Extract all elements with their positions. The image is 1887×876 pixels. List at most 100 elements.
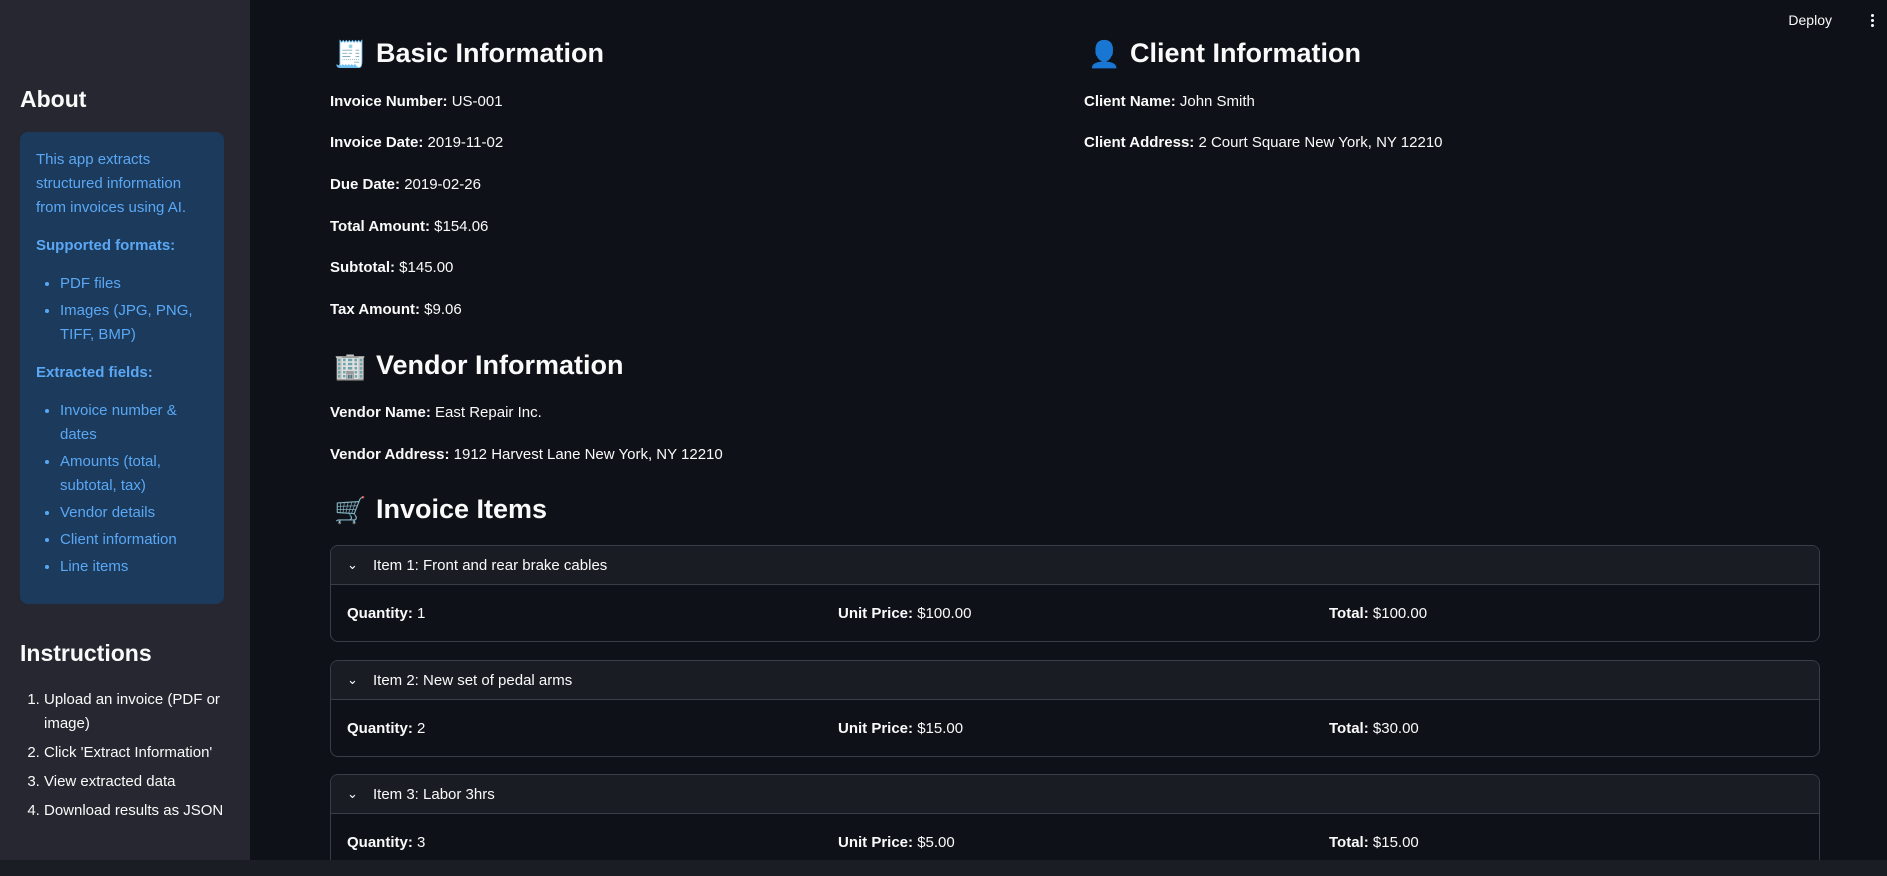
list-item: Amounts (total, subtotal, tax)	[60, 450, 208, 498]
instructions-heading: Instructions	[20, 640, 152, 666]
cart-icon: 🛒	[334, 494, 367, 525]
field-value: $30.00	[1372, 720, 1419, 737]
list-item: Vendor details	[60, 501, 208, 525]
item-title: Item 2: New set of pedal arms	[373, 671, 573, 689]
field-label: Unit Price:	[838, 720, 914, 737]
instruction-step: Click 'Extract Information'	[44, 741, 254, 765]
field-value: $15.00	[917, 720, 964, 737]
list-item: Invoice number & dates	[60, 399, 208, 447]
invoice-item-expander: ⌄ Item 3: Labor 3hrs Quantity: 3 Unit Pr…	[330, 774, 1820, 860]
field-value: 2019-11-02	[427, 134, 504, 151]
field-value: $100.00	[1372, 605, 1428, 622]
instruction-step: Download results as JSON	[44, 799, 254, 823]
due-date-field: Due Date: 2019-02-26	[330, 176, 481, 193]
field-value: $154.06	[434, 218, 489, 235]
field-label: Tax Amount:	[330, 301, 420, 318]
list-item: Images (JPG, PNG, TIFF, BMP)	[60, 299, 208, 347]
chevron-down-icon: ⌄	[347, 672, 358, 687]
field-label: Invoice Number:	[330, 93, 448, 110]
field-value: $5.00	[917, 834, 955, 851]
total-amount-field: Total Amount: $154.06	[330, 218, 488, 235]
vendor-address-field: Vendor Address: 1912 Harvest Lane New Yo…	[330, 446, 723, 463]
client-name-field: Client Name: John Smith	[1084, 93, 1255, 110]
field-label: Due Date:	[330, 176, 401, 193]
sidebar: About This app extracts structured infor…	[0, 0, 250, 860]
instruction-step: View extracted data	[44, 770, 254, 794]
client-info-heading: 👤 Client Information	[1088, 38, 1361, 69]
invoice-number-field: Invoice Number: US-001	[330, 93, 503, 110]
field-value: John Smith	[1179, 93, 1255, 110]
field-label: Vendor Address:	[330, 446, 450, 463]
item-title: Item 3: Labor 3hrs	[373, 785, 495, 803]
item-details: Quantity: 1 Unit Price: $100.00 Total: $…	[331, 585, 1819, 641]
field-value: $100.00	[917, 605, 972, 622]
field-value: 1	[417, 605, 426, 622]
receipt-icon: 🧾	[334, 38, 367, 69]
list-item: Line items	[60, 555, 208, 579]
field-value: 1912 Harvest Lane New York, NY 12210	[453, 446, 723, 463]
list-item: Client information	[60, 528, 208, 552]
field-label: Quantity:	[347, 605, 413, 622]
basic-info-heading: 🧾 Basic Information	[334, 38, 604, 69]
os-taskbar	[0, 860, 1887, 876]
item-quantity: Quantity: 2	[347, 720, 425, 737]
field-label: Total:	[1329, 834, 1369, 851]
building-icon: 🏢	[334, 350, 367, 381]
field-label: Quantity:	[347, 834, 413, 851]
subtotal-field: Subtotal: $145.00	[330, 259, 453, 276]
extracted-fields-list: Invoice number & dates Amounts (total, s…	[36, 399, 208, 579]
item-unit-price: Unit Price: $15.00	[838, 720, 963, 737]
field-label: Total Amount:	[330, 218, 430, 235]
instruction-step: Upload an invoice (PDF or image)	[44, 688, 254, 736]
invoice-date-field: Invoice Date: 2019-11-02	[330, 134, 503, 151]
supported-formats-label: Supported formats:	[36, 237, 176, 254]
item-total: Total: $100.00	[1329, 605, 1427, 622]
invoice-item-expander: ⌄ Item 2: New set of pedal arms Quantity…	[330, 660, 1820, 757]
field-label: Unit Price:	[838, 605, 914, 622]
basic-info-title: Basic Information	[376, 38, 605, 68]
field-value: $145.00	[399, 259, 454, 276]
invoice-item-expander: ⌄ Item 1: Front and rear brake cables Qu…	[330, 545, 1820, 642]
field-label: Quantity:	[347, 720, 413, 737]
field-label: Total:	[1329, 720, 1369, 737]
main-menu-icon[interactable]	[1865, 12, 1879, 32]
invoice-items-title: Invoice Items	[376, 494, 548, 524]
tax-amount-field: Tax Amount: $9.06	[330, 301, 462, 318]
item-total: Total: $30.00	[1329, 720, 1419, 737]
item-expander-header[interactable]: ⌄ Item 2: New set of pedal arms	[331, 661, 1819, 700]
field-label: Subtotal:	[330, 259, 395, 276]
field-label: Vendor Name:	[330, 404, 431, 421]
field-label: Client Address:	[1084, 134, 1195, 151]
field-label: Unit Price:	[838, 834, 914, 851]
deploy-button[interactable]: Deploy	[1788, 12, 1832, 28]
item-details: Quantity: 3 Unit Price: $5.00 Total: $15…	[331, 814, 1819, 860]
field-label: Client Name:	[1084, 93, 1176, 110]
item-expander-header[interactable]: ⌄ Item 1: Front and rear brake cables	[331, 546, 1819, 585]
item-quantity: Quantity: 3	[347, 834, 425, 851]
list-item: PDF files	[60, 272, 208, 296]
invoice-items-heading: 🛒 Invoice Items	[334, 494, 547, 525]
item-unit-price: Unit Price: $100.00	[838, 605, 971, 622]
field-value: 3	[417, 834, 426, 851]
field-value: 2019-02-26	[404, 176, 481, 193]
field-value: US-001	[451, 93, 503, 110]
field-value: $15.00	[1372, 834, 1419, 851]
client-info-title: Client Information	[1130, 38, 1361, 68]
person-icon: 👤	[1088, 38, 1121, 69]
vendor-info-heading: 🏢 Vendor Information	[334, 350, 624, 381]
chevron-down-icon: ⌄	[347, 557, 358, 572]
vendor-name-field: Vendor Name: East Repair Inc.	[330, 404, 542, 421]
field-value: 2	[417, 720, 426, 737]
item-expander-header[interactable]: ⌄ Item 3: Labor 3hrs	[331, 775, 1819, 814]
vendor-info-title: Vendor Information	[376, 350, 624, 380]
client-address-field: Client Address: 2 Court Square New York,…	[1084, 134, 1443, 151]
about-info-box: This app extracts structured information…	[20, 132, 224, 604]
item-details: Quantity: 2 Unit Price: $15.00 Total: $3…	[331, 700, 1819, 756]
item-total: Total: $15.00	[1329, 834, 1419, 851]
about-intro: This app extracts structured information…	[36, 151, 187, 216]
item-unit-price: Unit Price: $5.00	[838, 834, 955, 851]
field-label: Invoice Date:	[330, 134, 424, 151]
item-quantity: Quantity: 1	[347, 605, 425, 622]
chevron-down-icon: ⌄	[347, 786, 358, 801]
supported-formats-list: PDF files Images (JPG, PNG, TIFF, BMP)	[36, 272, 208, 347]
